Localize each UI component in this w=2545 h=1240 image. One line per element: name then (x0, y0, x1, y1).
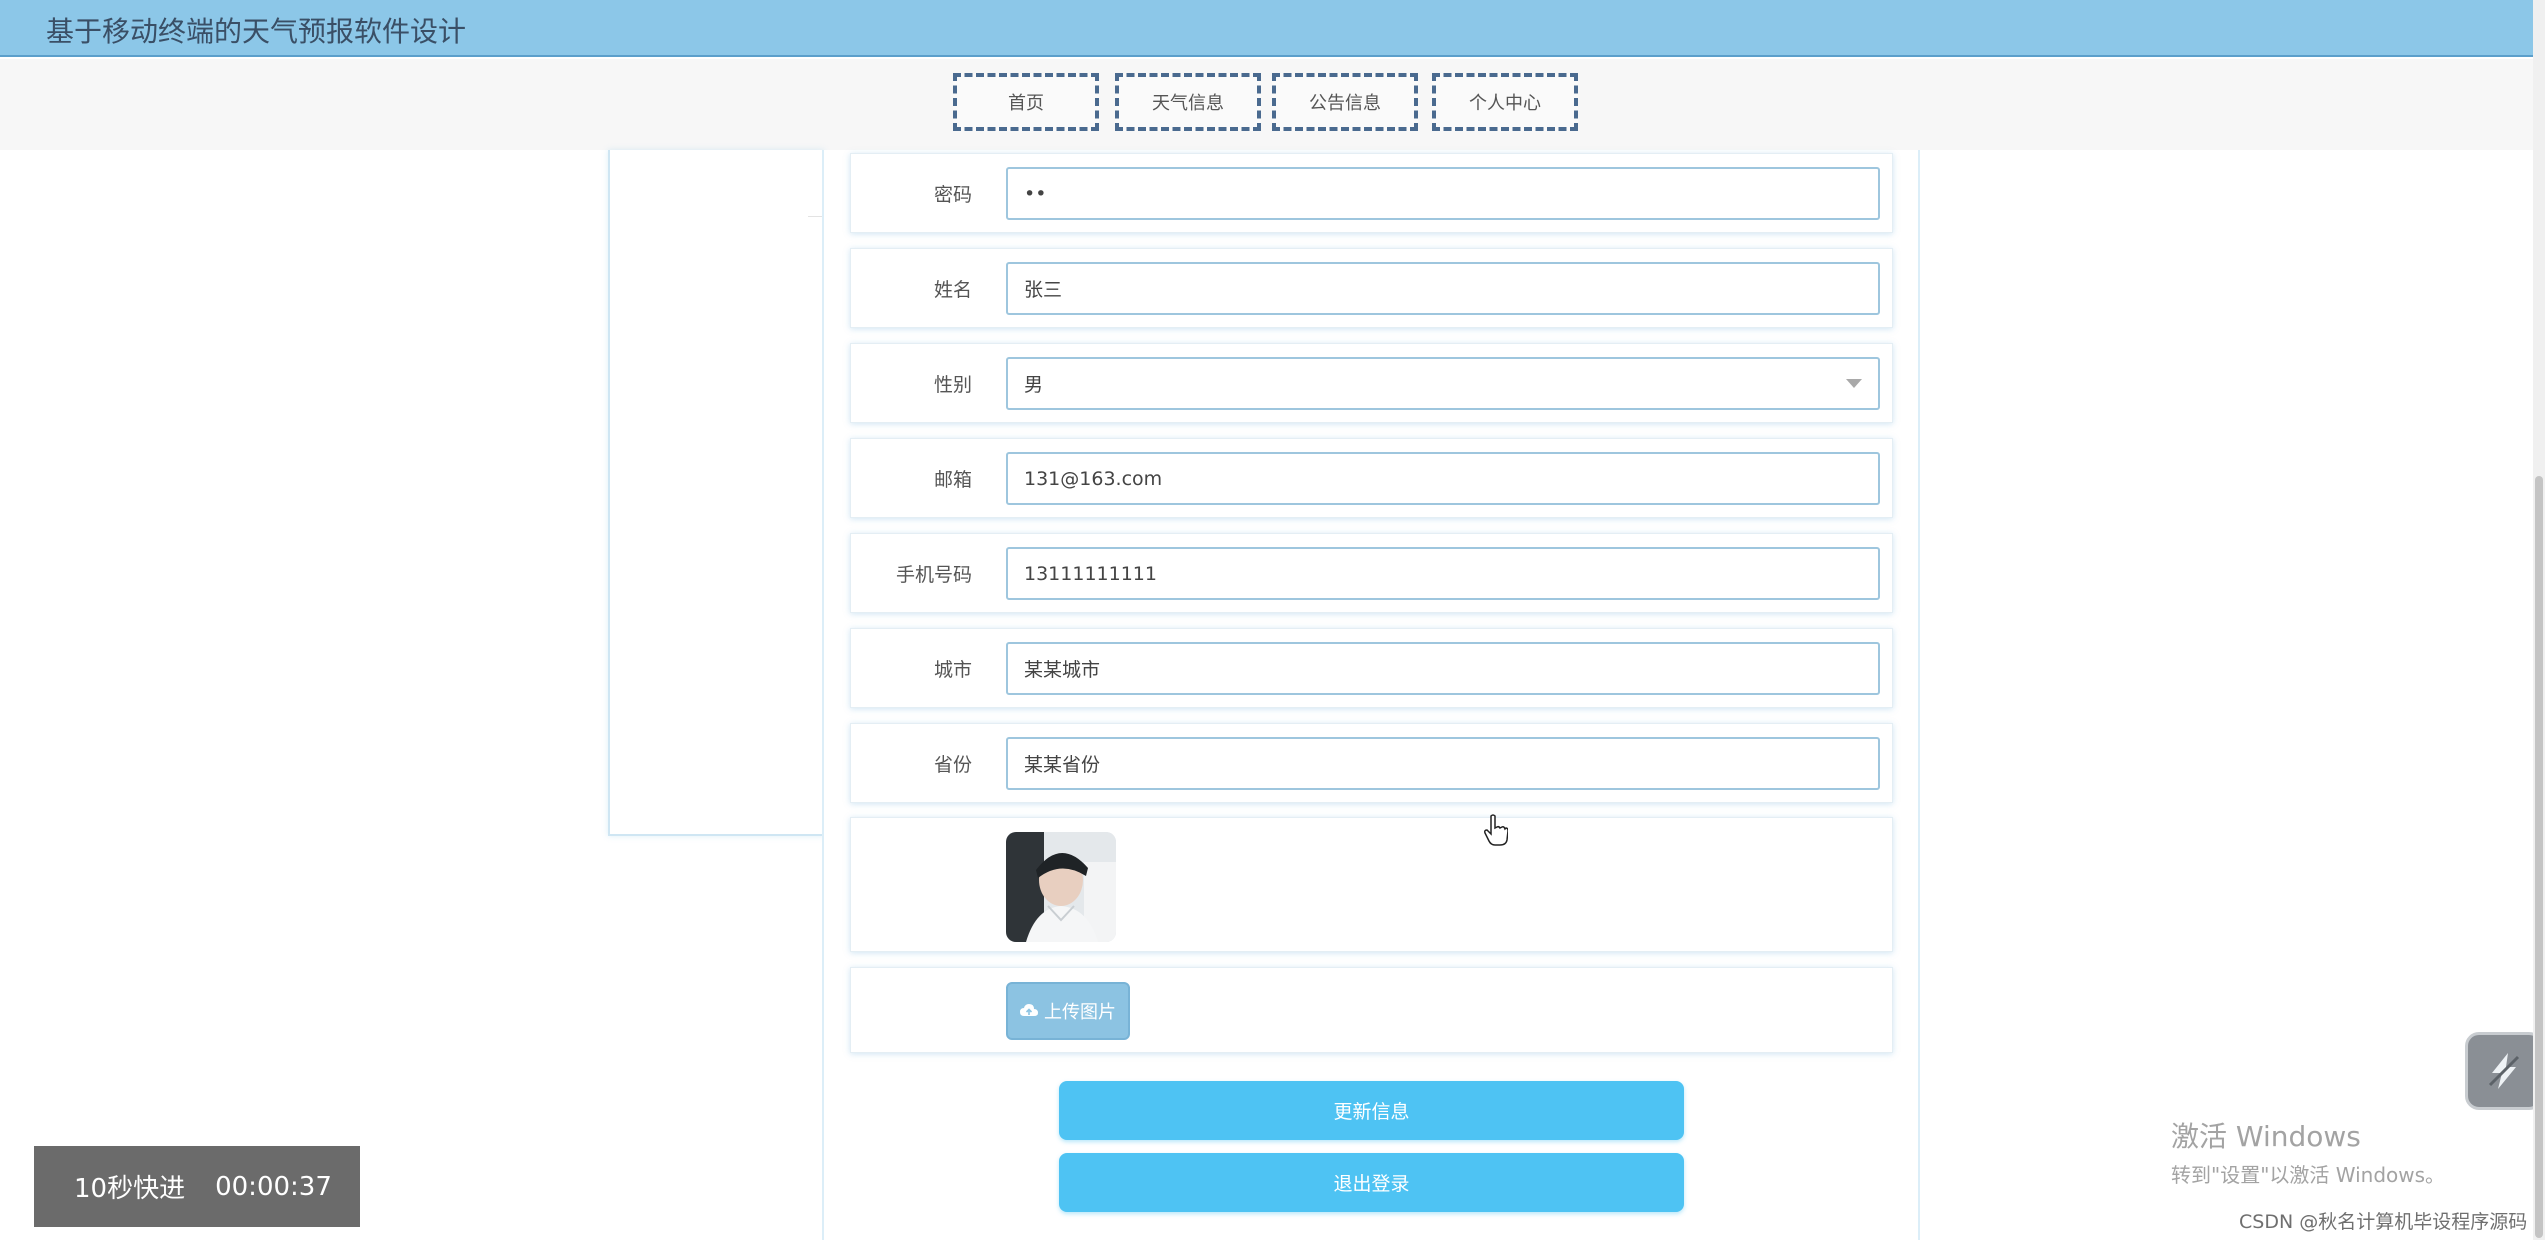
activation-title: 激活 Windows (2171, 1120, 2361, 1153)
form-row-upload: 上传图片 (850, 967, 1893, 1053)
phone-input[interactable]: 13111111111 (1006, 547, 1880, 600)
video-player-overlay: 10秒快进 00:00:37 (34, 1146, 360, 1227)
gender-label: 性别 (933, 373, 972, 396)
activation-hint: 转到"设置"以激活 Windows。 (2171, 1163, 2446, 1187)
nav-item-profile[interactable]: 个人中心 (1432, 73, 1578, 131)
lightning-icon (2488, 1053, 2520, 1089)
name-label: 姓名 (933, 278, 972, 301)
form-row-city: 城市 某某城市 (850, 628, 1893, 708)
gender-selected-value: 男 (1024, 374, 1044, 396)
scrollbar-thumb[interactable] (2535, 476, 2543, 1238)
form-row-name: 姓名 张三 (850, 248, 1893, 328)
app-header: 基于移动终端的天气预报软件设计 (0, 0, 2545, 57)
gender-select[interactable]: 男 (1006, 357, 1880, 410)
nav-item-notice[interactable]: 公告信息 (1272, 73, 1418, 131)
page-scrollbar[interactable] (2533, 0, 2545, 1240)
upload-button-label: 上传图片 (1044, 1002, 1116, 1023)
hand-cursor-icon (1484, 814, 1509, 850)
form-row-email: 邮箱 131@163.com (850, 438, 1893, 518)
app-title: 基于移动终端的天气预报软件设计 (46, 15, 467, 48)
form-row-gender: 性别 男 (850, 343, 1893, 423)
side-panel (608, 150, 824, 836)
windows-activation-notice: 激活 Windows 转到"设置"以激活 Windows。 (2171, 1115, 2445, 1188)
nav-item-weather[interactable]: 天气信息 (1115, 73, 1261, 131)
email-label: 邮箱 (933, 468, 972, 491)
password-input[interactable]: •• (1006, 167, 1880, 220)
form-row-province: 省份 某某省份 (850, 723, 1893, 803)
logout-button[interactable]: 退出登录 (1059, 1153, 1684, 1212)
form-row-password: 密码 •• (850, 153, 1893, 233)
update-info-button[interactable]: 更新信息 (1059, 1081, 1684, 1140)
form-row-avatar (850, 817, 1893, 952)
skip-forward-button[interactable]: 10秒快进 (74, 1168, 185, 1205)
phone-label: 手机号码 (895, 563, 972, 586)
playback-timestamp: 00:00:37 (215, 1171, 332, 1202)
source-watermark: CSDN @秋名计算机毕设程序源码 (2239, 1211, 2528, 1233)
avatar (1006, 832, 1116, 942)
cloud-upload-icon (1020, 1004, 1038, 1016)
province-label: 省份 (933, 753, 972, 776)
province-input[interactable]: 某某省份 (1006, 737, 1880, 790)
upload-image-button[interactable]: 上传图片 (1006, 982, 1130, 1040)
nav-item-home[interactable]: 首页 (953, 73, 1099, 131)
chevron-down-icon (1846, 379, 1862, 388)
floating-assistant-button[interactable] (2465, 1032, 2543, 1110)
form-row-phone: 手机号码 13111111111 (850, 533, 1893, 613)
city-input[interactable]: 某某城市 (1006, 642, 1880, 695)
nav-bar: 首页 天气信息 公告信息 个人中心 (0, 59, 2545, 150)
password-label: 密码 (933, 183, 972, 206)
email-input[interactable]: 131@163.com (1006, 452, 1880, 505)
name-input[interactable]: 张三 (1006, 262, 1880, 315)
city-label: 城市 (933, 658, 972, 681)
